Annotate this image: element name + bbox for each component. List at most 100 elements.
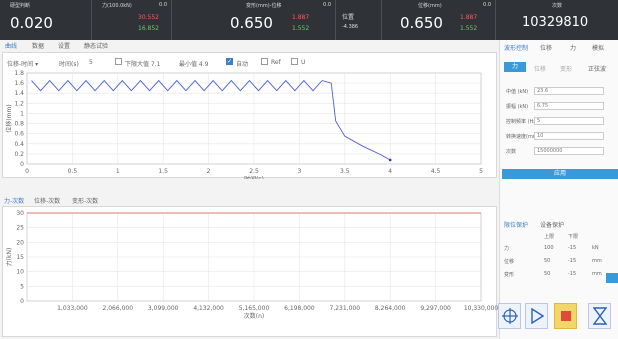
deformation-max: 1.887 <box>292 14 310 21</box>
cycles-input[interactable]: 15000000 <box>534 147 604 155</box>
y-tick-label: 0 <box>20 161 24 168</box>
mode-deformation-button[interactable]: 变形 <box>560 64 572 73</box>
u-checkbox[interactable] <box>291 58 298 65</box>
median-input[interactable]: 23.6 <box>534 87 604 95</box>
frequency-input[interactable]: 5 <box>534 117 604 125</box>
play-icon <box>530 308 544 324</box>
tab-deformation-cycles[interactable]: 变形-次数 <box>72 196 98 205</box>
x-tick-label: 1.5 <box>158 168 168 175</box>
tab-force-cycles[interactable]: 力-次数 <box>4 196 24 205</box>
end-point-marker <box>388 158 392 162</box>
displacement-limit-label: 位移 <box>504 259 515 265</box>
x-tick-label: 8,264,000 <box>375 305 406 312</box>
crosshair-icon <box>501 308 518 324</box>
apply-button[interactable]: 应用 <box>502 169 618 179</box>
upper-chart-card: 位移-时间 ▾ 时间(s) 5 下限大值 7.1 最小值 4.9 ✓ 自动 Re… <box>2 52 497 179</box>
time-value[interactable]: 5 <box>89 59 93 66</box>
x-tick-label: 3.5 <box>340 168 350 175</box>
mode-force-button[interactable]: 力 <box>504 62 526 72</box>
max-label: 下限大值 7.1 <box>125 61 161 68</box>
y-tick-label: 25 <box>16 225 24 232</box>
position-label: 位置 <box>342 14 355 21</box>
chart-select-dropdown[interactable]: 位移-时间 ▾ <box>7 59 38 68</box>
displacement-max: 1.887 <box>460 14 478 21</box>
y-tick-label: 0 <box>20 298 24 305</box>
x-tick-label: 3 <box>297 168 301 175</box>
deformation-min: 1.552 <box>292 25 310 32</box>
hardness-value: 0.020 <box>10 14 53 32</box>
x-axis-label: 时间(s) <box>244 175 264 179</box>
status-panel-deformation: 变形(mm)-位移 0.0 0.650 1.887 1.552 <box>172 0 336 40</box>
y-tick-label: 1.2 <box>14 100 24 107</box>
displacement-upper-input[interactable]: 50 <box>544 258 550 264</box>
stop-button[interactable] <box>554 303 577 329</box>
lower-limit-header: 下限 <box>568 234 579 240</box>
status-panel-cycles: 次数 10329810 <box>496 0 618 40</box>
tab-simulation[interactable]: 模拟 <box>592 43 604 52</box>
status-panel-displacement: 位移(mm) 0.0 0.650 1.887 1.552 <box>382 0 496 40</box>
force-upper-input[interactable]: 100 <box>544 245 554 251</box>
y-tick-label: 0.8 <box>14 121 24 128</box>
home-position-button[interactable] <box>498 303 521 329</box>
hold-button[interactable] <box>588 303 611 329</box>
deformation-upper-input[interactable]: 50 <box>544 271 550 277</box>
force-lower-input[interactable]: -15 <box>568 245 576 251</box>
amplitude-input[interactable]: 6.75 <box>534 102 604 110</box>
tab-device-protection[interactable]: 设备保护 <box>540 220 564 229</box>
y-tick-label: 0.4 <box>14 141 24 148</box>
panel-header: 位移(mm) <box>418 3 442 9</box>
displacement-lower-input[interactable]: -15 <box>568 258 576 264</box>
y-tick-label: 0.2 <box>14 151 24 158</box>
x-tick-label: 4 <box>388 168 392 175</box>
tab-curve[interactable]: 曲线 <box>5 41 17 50</box>
start-button[interactable] <box>525 303 548 329</box>
x-tick-label: 4,132,000 <box>193 305 224 312</box>
min-label: 最小值 4.9 <box>179 61 209 68</box>
upper-limit-header: 上限 <box>544 234 555 240</box>
tab-force[interactable]: 力 <box>570 43 576 52</box>
ref-checkbox[interactable] <box>261 58 268 65</box>
status-panel-hardness: 硬型判断 0.020 <box>0 0 92 40</box>
y-tick-label: 1.8 <box>14 70 24 77</box>
tab-displacement[interactable]: 位移 <box>540 43 552 52</box>
x-tick-label: 0.5 <box>68 168 78 175</box>
x-tick-label: 7,231,000 <box>330 305 361 312</box>
lower-chart-card: 30 25 20 15 10 5 0 1,033,000 2,066,000 3,099,000 4… <box>2 206 498 337</box>
max-checkbox[interactable] <box>115 58 122 65</box>
x-tick-label: 9,297,000 <box>420 305 451 312</box>
panel-header-value: 0.0 <box>159 2 167 8</box>
force-cycles-chart: 30 25 20 15 10 5 0 1,033,000 2,066,000 3,099,000 4… <box>5 210 498 320</box>
cycles-label: 次数 <box>506 149 517 155</box>
limit-apply-button[interactable] <box>606 273 618 283</box>
x-tick-label: 3,099,000 <box>148 305 179 312</box>
tab-data[interactable]: 数据 <box>32 41 44 50</box>
y-tick-label: 5 <box>20 283 24 290</box>
tab-settings[interactable]: 设置 <box>58 41 70 50</box>
auto-checkbox[interactable]: ✓ <box>226 58 233 65</box>
tab-limit-protection[interactable]: 限位保护 <box>504 220 528 229</box>
tab-waveform-control[interactable]: 波形控制 <box>504 43 528 52</box>
status-panel-force: 力(100.0kN) 0.0 30.552 16.852 <box>92 0 172 40</box>
deformation-lower-input[interactable]: -15 <box>568 271 576 277</box>
y-tick-label: 20 <box>16 239 24 246</box>
panel-header: 硬型判断 <box>10 3 31 9</box>
y-tick-label: 10 <box>16 269 24 276</box>
tab-static-test[interactable]: 静态试验 <box>84 41 108 50</box>
panel-header-value: 0.0 <box>483 2 491 8</box>
x-tick-label: 2.5 <box>249 168 259 175</box>
panel-header: 力(100.0kN) <box>102 3 132 9</box>
y-tick-label: 1 <box>20 110 24 117</box>
chevron-down-icon: ▾ <box>35 61 39 68</box>
y-tick-label: 1.4 <box>14 90 24 97</box>
mode-displacement-button[interactable]: 位移 <box>534 64 546 73</box>
displacement-series-line <box>31 79 391 161</box>
force-unit: kN <box>592 245 599 251</box>
tab-displacement-cycles[interactable]: 位移-次数 <box>34 196 60 205</box>
speed-input[interactable]: 10 <box>534 132 604 140</box>
y-tick-label: 0.6 <box>14 131 24 138</box>
median-label: 中值 (kN) <box>506 89 529 95</box>
position-value: -4.386 <box>342 24 359 30</box>
mode-sine-button[interactable]: 正弦波 <box>588 64 606 73</box>
ref-label: Ref <box>271 59 281 66</box>
mode-subtabs: 力 位移 变形 正弦波 <box>500 62 618 74</box>
